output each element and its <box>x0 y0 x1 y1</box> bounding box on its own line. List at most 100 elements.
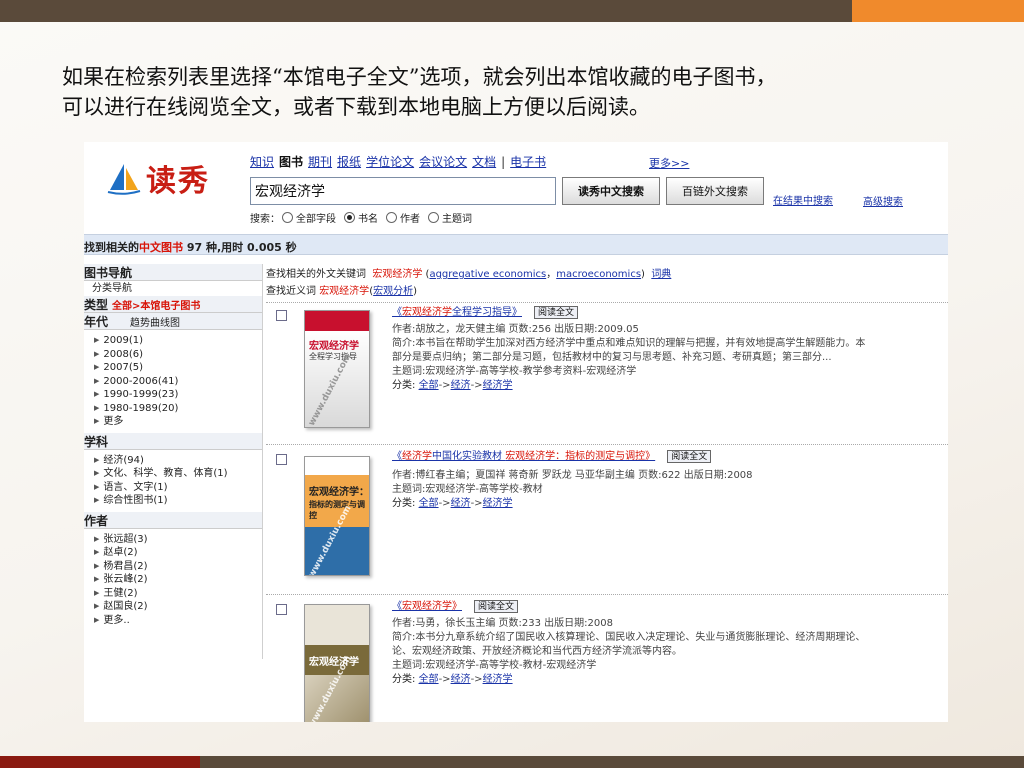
facet-year[interactable]: ▶ 1990-1999(23) <box>84 388 262 402</box>
facet-author[interactable]: ▶ 王健(2) <box>84 587 262 601</box>
radio-all-fields[interactable]: 全部字段 <box>282 210 336 225</box>
caption-line-2: 可以进行在线阅览全文，或者下载到本地电脑上方便以后阅读。 <box>62 95 650 119</box>
trend-chart-link[interactable]: 趋势曲线图 <box>130 314 180 329</box>
nav-documents[interactable]: 文档 <box>472 153 496 170</box>
type-filter-value[interactable]: 全部>本馆电子图书 <box>112 297 200 312</box>
facet-author[interactable]: ▶ 张云峰(2) <box>84 573 262 587</box>
result-scope: 中文图书 <box>139 241 183 254</box>
triangle-right-icon: ▶ <box>94 469 100 477</box>
category-nav-link[interactable]: 分类导航 <box>84 281 262 296</box>
result-title: 《宏观经济学全程学习指导》 阅读全文 <box>392 306 948 320</box>
result-checkbox[interactable] <box>276 604 287 615</box>
result-text-1: 《宏观经济学全程学习指导》 阅读全文 作者:胡放之，龙天健主编 页数:256 出版… <box>392 306 948 393</box>
facet-author-more[interactable]: ▶ 更多.. <box>84 614 262 628</box>
keyword-link-macroeconomics[interactable]: macroeconomics <box>556 269 641 280</box>
facet-subject[interactable]: ▶ 经济(94) <box>84 454 262 468</box>
duxiu-logo[interactable]: 读秀 <box>106 158 210 199</box>
nav-knowledge[interactable]: 知识 <box>250 153 274 170</box>
result-checkbox[interactable] <box>276 310 287 321</box>
cover-title: 宏观经济学 <box>309 341 359 352</box>
result-separator <box>266 302 948 303</box>
advanced-search-link[interactable]: 高级搜索 <box>863 193 903 208</box>
nav-newspapers[interactable]: 报纸 <box>337 153 361 170</box>
triangle-right-icon: ▶ <box>94 349 100 358</box>
radio-author[interactable]: 作者 <box>386 210 420 225</box>
nav-journals[interactable]: 期刊 <box>308 153 332 170</box>
book-cover-1[interactable]: 宏观经济学 全程学习指导 www.duxiu.com <box>304 310 370 428</box>
synonym-link[interactable]: 宏观分析 <box>373 286 413 297</box>
triangle-right-icon: ▶ <box>94 588 100 597</box>
facet-author[interactable]: ▶ 杨君昌(2) <box>84 560 262 574</box>
search-input[interactable] <box>250 177 556 205</box>
slide-top-bar <box>0 0 852 22</box>
result-summary: 简介:本书旨在帮助学生加深对西方经济学中重点和难点知识的理解与把握，并有效地提高… <box>392 338 866 349</box>
result-summary-bar: 找到相关的中文图书 97 种,用时 0.005 秒 <box>84 234 948 255</box>
triangle-right-icon: ▶ <box>94 575 100 583</box>
result-author: 作者:马勇，徐长玉主编 页数:233 出版日期:2008 <box>392 618 614 629</box>
radio-icon <box>428 212 439 223</box>
facet-year[interactable]: ▶ 2009(1) <box>84 334 262 348</box>
triangle-right-icon: ▶ <box>94 363 100 371</box>
facet-author[interactable]: ▶ 赵卓(2) <box>84 546 262 560</box>
nav-books[interactable]: 图书 <box>279 153 303 170</box>
author-heading: 作者 <box>84 511 262 529</box>
result-author: 作者:博红春主编；夏国祥 蒋奇新 罗跃龙 马亚华副主编 页数:622 出版日期:… <box>392 470 753 481</box>
read-fulltext-button[interactable]: 阅读全文 <box>667 450 712 463</box>
book-cover-3[interactable]: 宏观经济学 www.duxiu.com <box>304 604 370 722</box>
facet-author[interactable]: ▶ 张远超(3) <box>84 533 262 547</box>
result-summary-cont: 部分是要点归纳；第二部分是习题，包括教材中的复习与思考题、补充习题、考研真题；第… <box>392 352 832 363</box>
facet-year-more[interactable]: ▶ 更多 <box>84 415 262 429</box>
facet-subject[interactable]: ▶ 语言、文字(1) <box>84 481 262 495</box>
facet-subject[interactable]: ▶ 文化、科学、教育、体育(1) <box>84 467 262 481</box>
read-fulltext-button[interactable]: 阅读全文 <box>474 600 519 613</box>
facet-author[interactable]: ▶ 赵国良(2) <box>84 600 262 614</box>
nav-ebooks[interactable]: 电子书 <box>510 153 546 170</box>
foreign-keywords-line: 查找相关的外文关键词 宏观经济学 (aggregative economics，… <box>266 269 672 280</box>
subject-facet-list: ▶ 经济(94) ▶ 文化、科学、教育、体育(1) ▶ 语言、文字(1) ▶ 综合性图书… <box>84 450 262 508</box>
nav-theses[interactable]: 学位论文 <box>366 153 414 170</box>
facet-subject[interactable]: ▶ 综合性图书(1) <box>84 494 262 508</box>
foreign-search-button[interactable]: 百链外文搜索 <box>666 177 764 205</box>
result-checkbox[interactable] <box>276 454 287 465</box>
facet-year[interactable]: ▶ 2008(6) <box>84 348 262 362</box>
result-subject: 主题词:宏观经济学-高等学校-教材 <box>392 484 543 495</box>
author-facet-list: ▶ 张远超(3) ▶ 赵卓(2) ▶ 杨君昌(2) ▶ 张云峰(2) ▶ 王健(2) ▶ 赵… <box>84 529 262 628</box>
read-fulltext-button[interactable]: 阅读全文 <box>534 306 579 319</box>
facet-year[interactable]: ▶ 1980-1989(20) <box>84 402 262 416</box>
sidebar-divider <box>262 264 263 659</box>
radio-title[interactable]: 书名 <box>344 210 378 225</box>
duxiu-search-screenshot: 读秀 知识 图书 期刊 报纸 学位论文 会议论文 文档 | 电子书 更多>> 读… <box>84 142 948 722</box>
radio-selected-icon <box>344 212 355 223</box>
triangle-right-icon: ▶ <box>94 534 100 543</box>
result-item-3: 宏观经济学 www.duxiu.com 《宏观经济学》 阅读全文 作者:马勇，徐长… <box>266 600 948 722</box>
nav-conference[interactable]: 会议论文 <box>419 153 467 170</box>
facet-year[interactable]: ▶ 2000-2006(41) <box>84 375 262 389</box>
triangle-right-icon: ▶ <box>94 496 100 504</box>
subject-heading: 学科 <box>84 432 262 450</box>
book-cover-2[interactable]: 宏观经济学： 指标的测定与调控 www.duxiu.com <box>304 456 370 576</box>
result-summary-cont: 论、宏观经济政策、开放经济概论和当代西方经济学流派等内容。 <box>392 646 682 657</box>
result-text-3: 《宏观经济学》 阅读全文 作者:马勇，徐长玉主编 页数:233 出版日期:2008… <box>392 600 948 687</box>
radio-icon <box>282 212 293 223</box>
result-item-1: 宏观经济学 全程学习指导 www.duxiu.com 《宏观经济学全程学习指导》… <box>266 306 948 441</box>
facet-year[interactable]: ▶ 2007(5) <box>84 361 262 375</box>
more-channels-link[interactable]: 更多>> <box>649 155 689 171</box>
triangle-right-icon: ▶ <box>94 455 100 464</box>
keyword-link-aggregative[interactable]: aggregative economics <box>429 269 546 280</box>
triangle-right-icon: ▶ <box>94 376 100 385</box>
search-within-results-link[interactable]: 在结果中搜索 <box>773 192 833 207</box>
nav-separator: | <box>501 154 506 169</box>
dictionary-link[interactable]: 词典 <box>651 269 671 280</box>
logo-text: 读秀 <box>146 164 210 199</box>
chinese-search-button[interactable]: 读秀中文搜索 <box>562 177 660 205</box>
radio-subject[interactable]: 主题词 <box>428 210 472 225</box>
result-text-2: 《经济学中国化实验教材 宏观经济学：指标的测定与调控》 阅读全文 作者:博红春主编… <box>392 450 753 511</box>
triangle-right-icon: ▶ <box>94 548 100 556</box>
radio-icon <box>386 212 397 223</box>
triangle-right-icon: ▶ <box>94 482 100 491</box>
search-by-label: 搜索： <box>250 214 280 225</box>
result-list: 查找相关的外文关键词 宏观经济学 (aggregative economics，… <box>266 266 948 722</box>
result-item-2: 宏观经济学： 指标的测定与调控 www.duxiu.com 《经济学中国化实验教… <box>266 450 948 590</box>
year-facet-list: ▶ 2009(1) ▶ 2008(6) ▶ 2007(5) ▶ 2000-2006(41… <box>84 330 262 429</box>
result-summary: 简介:本书分九章系统介绍了国民收入核算理论、国民收入决定理论、失业与通货膨胀理论… <box>392 632 866 643</box>
